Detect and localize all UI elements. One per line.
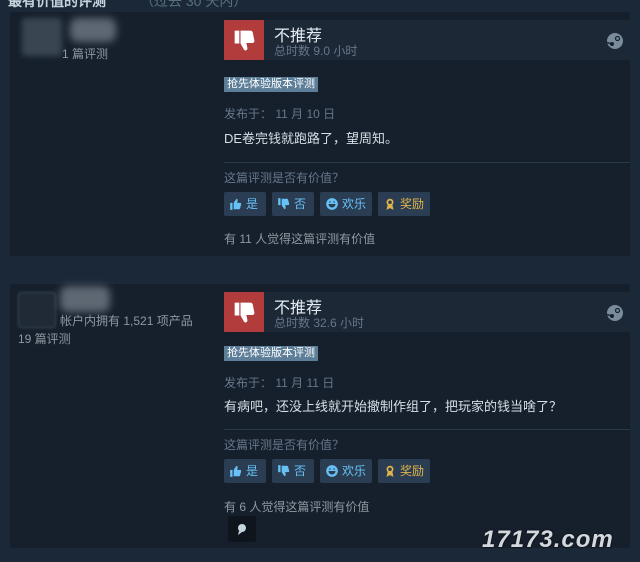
section-title: 最有价值的评测 — [8, 0, 106, 9]
vote-funny-label: 欢乐 — [342, 464, 367, 478]
author-review-count[interactable]: 1 篇评测 — [62, 45, 108, 62]
playtime-hours: 总时数 9.0 小时 — [274, 44, 358, 58]
award-ribbon-icon — [386, 198, 394, 210]
award-label: 奖励 — [400, 197, 425, 211]
vote-yes-button[interactable]: 是 — [224, 192, 266, 216]
vote-no-button[interactable]: 否 — [272, 192, 314, 216]
section-header: 最有价值的评测 （过去 30 天内） — [0, 0, 640, 9]
laugh-emoji-icon — [326, 465, 338, 477]
review-author: 1 篇评测 — [10, 12, 215, 256]
early-access-tag: 抢先体验版本评测 — [224, 346, 318, 361]
steam-logo-icon — [606, 305, 623, 321]
vote-yes-label: 是 — [246, 197, 259, 211]
helpful-question: 这篇评测是否有价值？ — [224, 438, 345, 452]
vote-no-label: 否 — [294, 464, 307, 478]
vote-no-label: 否 — [294, 197, 307, 211]
author-name-blurred[interactable] — [60, 286, 110, 312]
thumbs-up-icon — [230, 465, 242, 477]
divider — [224, 429, 630, 430]
author-review-count[interactable]: 19 篇评测 — [18, 330, 71, 347]
award-ribbon-icon — [386, 465, 394, 477]
review-author: 帐户内拥有 1,521 项产品 19 篇评测 — [10, 284, 215, 548]
vote-header[interactable]: 不推荐 总时数 32.6 小时 — [224, 292, 630, 332]
divider — [224, 162, 630, 163]
vote-yes-label: 是 — [246, 464, 259, 478]
review-card: 帐户内拥有 1,521 项产品 19 篇评测 不推荐 总时数 32.6 小时 抢… — [10, 284, 630, 548]
review-content: 有病吧，还没上线就开始撤制作组了，把玩家的钱当啥了？ — [224, 399, 563, 414]
award-label: 奖励 — [400, 464, 425, 478]
early-access-tag: 抢先体验版本评测 — [224, 77, 318, 92]
helpful-question: 这篇评测是否有价值？ — [224, 171, 345, 185]
avatar[interactable] — [22, 18, 62, 56]
site-watermark: 17173.com — [482, 526, 614, 553]
vote-funny-button[interactable]: 欢乐 — [320, 192, 372, 216]
steam-logo-icon — [606, 33, 623, 49]
avatar[interactable] — [18, 292, 56, 328]
section-subtitle: （过去 30 天内） — [140, 0, 248, 9]
posted-date: 发布于： 11 月 11 日 — [224, 376, 335, 390]
posted-date: 发布于： 11 月 10 日 — [224, 107, 336, 121]
helpful-count: 有 6 人觉得这篇评测有价值 — [224, 500, 370, 514]
vote-funny-label: 欢乐 — [342, 197, 367, 211]
comment-icon[interactable] — [228, 516, 256, 542]
award-button[interactable]: 奖励 — [378, 459, 430, 483]
helpful-count: 有 11 人觉得这篇评测有价值 — [224, 232, 376, 246]
review-content: DE卷完钱就跑路了，望周知。 — [224, 131, 399, 146]
thumbs-down-icon — [278, 198, 290, 210]
playtime-hours: 总时数 32.6 小时 — [274, 316, 365, 330]
thumbs-down-icon — [224, 292, 264, 332]
review-card: 1 篇评测 不推荐 总时数 9.0 小时 抢先体验版本评测 发布于： 11 月 … — [10, 12, 630, 256]
vote-funny-button[interactable]: 欢乐 — [320, 459, 372, 483]
thumbs-down-icon — [224, 20, 264, 60]
author-product-count[interactable]: 帐户内拥有 1,521 项产品 — [60, 312, 193, 329]
vote-yes-button[interactable]: 是 — [224, 459, 266, 483]
thumbs-down-icon — [278, 465, 290, 477]
author-name-blurred[interactable] — [70, 18, 116, 42]
thumbs-up-icon — [230, 198, 242, 210]
vote-no-button[interactable]: 否 — [272, 459, 314, 483]
vote-header[interactable]: 不推荐 总时数 9.0 小时 — [224, 20, 630, 60]
laugh-emoji-icon — [326, 198, 338, 210]
award-button[interactable]: 奖励 — [378, 192, 430, 216]
